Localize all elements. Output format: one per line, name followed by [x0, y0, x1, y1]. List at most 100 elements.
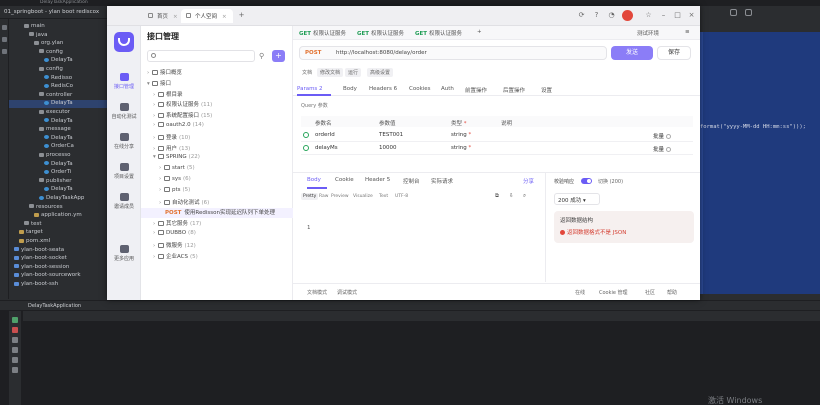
- camera-icon[interactable]: [12, 337, 18, 343]
- api-tree-item[interactable]: › 自动化测试 (6): [141, 198, 293, 208]
- api-tree-item[interactable]: › 其它服务 (17): [141, 219, 293, 229]
- close-icon[interactable]: ×: [222, 14, 227, 20]
- row-enabled-checkbox[interactable]: [303, 132, 309, 138]
- api-tree-item[interactable]: ▾ SPRING (22): [141, 154, 293, 164]
- sidebar-item-api[interactable]: 接口管理: [107, 70, 141, 94]
- project-tool-icon[interactable]: [2, 25, 7, 30]
- tree-item[interactable]: DelayTa: [9, 135, 112, 143]
- subtab-run[interactable]: 运行: [345, 68, 362, 77]
- tree-item[interactable]: DelayTaskApp: [9, 195, 112, 203]
- table-row[interactable]: orderId TEST001 string * 批量: [301, 129, 693, 142]
- more-icon[interactable]: [666, 147, 672, 152]
- minimize-icon[interactable]: –: [659, 11, 668, 20]
- menu-icon[interactable]: ≡: [685, 29, 690, 35]
- tree-item[interactable]: DelayTa: [9, 57, 112, 65]
- api-tree-item[interactable]: › DUBBO (8): [141, 230, 293, 240]
- fmt-preview[interactable]: Preview: [329, 193, 351, 200]
- api-tree-item[interactable]: › oauth2.0 (14): [141, 122, 293, 132]
- tree-item[interactable]: config: [9, 66, 112, 74]
- request-tab[interactable]: GET 权限认证服务: [299, 29, 346, 37]
- search-icon[interactable]: ⌕: [523, 193, 526, 200]
- save-button[interactable]: 保存: [657, 46, 691, 60]
- avatar[interactable]: [622, 10, 633, 21]
- api-tree-item[interactable]: › 微服务 (12): [141, 241, 293, 251]
- param-bulk[interactable]: 批量: [653, 145, 672, 153]
- api-tree-item[interactable]: › start (5): [141, 165, 293, 175]
- search-input[interactable]: [147, 50, 255, 62]
- api-tree-item[interactable]: › 系统配置接口 (15): [141, 111, 293, 121]
- tree-item[interactable]: main: [9, 23, 112, 31]
- tree-item[interactable]: config: [9, 49, 112, 57]
- help-icon[interactable]: ?: [592, 11, 601, 20]
- tree-item[interactable]: resources: [9, 204, 112, 212]
- online-status[interactable]: 在线: [575, 289, 585, 296]
- api-tree-item[interactable]: ▾ 接口: [141, 79, 293, 89]
- api-tree-item[interactable]: › sys (6): [141, 176, 293, 186]
- filter-icon[interactable]: ⚲: [259, 52, 267, 60]
- tree-item[interactable]: OrderTi: [9, 169, 112, 177]
- tree-item[interactable]: DelayTa: [9, 118, 112, 126]
- run-tab[interactable]: DelayTaskApplication: [28, 303, 81, 309]
- refresh-icon[interactable]: ⟳: [577, 11, 586, 20]
- bell-icon[interactable]: ◔: [607, 11, 616, 20]
- print-icon[interactable]: [12, 357, 18, 363]
- commit-tool-icon[interactable]: [2, 37, 7, 42]
- tree-item[interactable]: target: [9, 229, 112, 237]
- tab-home[interactable]: 首页 ×: [143, 9, 184, 23]
- fmt-text[interactable]: Text: [377, 193, 390, 200]
- tree-item[interactable]: publisher: [9, 178, 112, 186]
- api-tree-item[interactable]: › 企业ACS (5): [141, 252, 293, 262]
- tab-params[interactable]: Params 2: [297, 86, 323, 92]
- tree-item[interactable]: RedisCo: [9, 83, 112, 91]
- cookie-manager[interactable]: Cookie 管理: [599, 289, 628, 296]
- add-button[interactable]: +: [272, 50, 285, 62]
- tree-item[interactable]: DelayTa: [9, 100, 112, 109]
- tree-item[interactable]: test: [9, 221, 112, 229]
- sidebar-item-more[interactable]: 更多应用: [107, 242, 141, 266]
- param-name[interactable]: delayMs: [315, 145, 338, 151]
- sidebar-item-share[interactable]: 在线分享: [107, 130, 141, 154]
- doc-mode-toggle[interactable]: 文档模式: [307, 289, 327, 296]
- subtab-doc[interactable]: 文档: [299, 68, 315, 77]
- param-bulk[interactable]: 批量: [653, 132, 672, 140]
- api-tree-item[interactable]: › 登录 (10): [141, 133, 293, 143]
- tree-item[interactable]: ylan-boot-socket: [9, 255, 112, 263]
- debug-mode-toggle[interactable]: 调试模式: [337, 289, 357, 296]
- table-row[interactable]: delayMs 10000 string * 批量: [301, 142, 693, 155]
- stop-icon[interactable]: [12, 327, 18, 333]
- help-link[interactable]: 帮助: [667, 289, 677, 296]
- tree-item[interactable]: pom.xml: [9, 238, 112, 246]
- tree-item[interactable]: ylan-boot-seata: [9, 247, 112, 255]
- tree-item[interactable]: OrderCa: [9, 143, 112, 151]
- api-tree-item[interactable]: › 权限认证服务 (11): [141, 100, 293, 110]
- param-type[interactable]: string *: [451, 145, 471, 151]
- structure-tool-icon[interactable]: [2, 49, 7, 54]
- share-link[interactable]: 分享: [523, 177, 534, 185]
- api-tree-item[interactable]: › 接口概览: [141, 68, 293, 78]
- ide-project-label[interactable]: 01_springboot - ylan boot rediscox: [4, 9, 99, 15]
- validate-switch[interactable]: 切换 (200): [598, 178, 623, 185]
- new-request-icon[interactable]: +: [477, 29, 482, 35]
- sidebar-item-autotest[interactable]: 自动化测试: [107, 100, 141, 124]
- pin-icon[interactable]: [12, 347, 18, 353]
- tab-auth[interactable]: Auth: [441, 86, 454, 92]
- tree-item[interactable]: ylan-boot-ssh: [9, 281, 112, 289]
- url-input[interactable]: http://localhost:8080/delay/order: [336, 50, 427, 56]
- search-icon[interactable]: [745, 9, 752, 16]
- resp-tab-cookie[interactable]: Cookie: [335, 177, 354, 183]
- tree-item[interactable]: message: [9, 126, 112, 134]
- param-name[interactable]: orderId: [315, 132, 335, 138]
- new-tab-icon[interactable]: +: [237, 11, 246, 20]
- fmt-pretty[interactable]: Pretty: [301, 193, 319, 200]
- api-tree-item[interactable]: › pts (5): [141, 186, 293, 197]
- tree-item[interactable]: DelayTa: [9, 186, 112, 194]
- tree-item[interactable]: controller: [9, 92, 112, 100]
- request-tab[interactable]: GET 权限认证服务: [357, 29, 404, 37]
- maximize-icon[interactable]: □: [673, 11, 682, 20]
- close-icon[interactable]: ×: [173, 14, 178, 20]
- subtab-edit[interactable]: 修改文档: [317, 68, 344, 77]
- api-tree-item[interactable]: POST 使用Redisson实现延迟队列下单处理: [141, 208, 293, 219]
- param-type[interactable]: string *: [451, 132, 471, 138]
- resp-tab-body[interactable]: Body: [307, 177, 321, 183]
- tab-settings[interactable]: 设置: [541, 86, 552, 94]
